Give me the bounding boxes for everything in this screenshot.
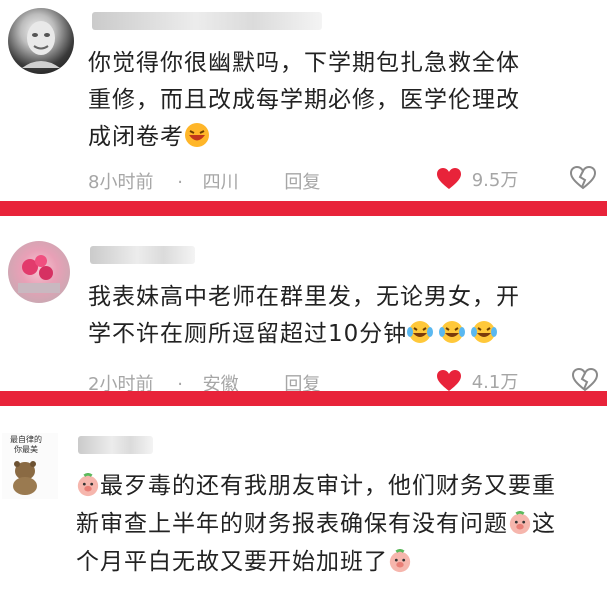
like-group[interactable]: 9.5万	[436, 166, 518, 192]
reply-button[interactable]: 回复	[284, 374, 320, 391]
time-label: 2小时前	[88, 374, 154, 391]
comment-text: 我表妹高中老师在群里发，无论男女，开 学不许在厕所逗留超过10分钟	[88, 284, 520, 347]
comment-2: 我表妹高中老师在群里发，无论男女，开 学不许在厕所逗留超过10分钟 2小时前 ·…	[0, 216, 607, 391]
username-blurred[interactable]	[90, 246, 195, 264]
tears-laugh-emoji-icon	[439, 321, 466, 343]
broken-heart-icon[interactable]	[570, 166, 596, 190]
face-emoji-icon	[185, 123, 209, 147]
location-label: 四川	[202, 172, 239, 193]
username-blurred[interactable]	[92, 12, 322, 30]
tears-laugh-emoji-icon	[471, 321, 498, 343]
pig-face-emoji-icon	[77, 473, 99, 497]
avatar-statue-icon	[22, 21, 60, 68]
comment-1: 你觉得你很幽默吗，下学期包扎急救全体 重修，而且改成每学期必修，医学伦理改 成闭…	[0, 0, 607, 201]
avatar-flower-icon	[18, 255, 60, 293]
heart-filled-icon[interactable]	[436, 369, 462, 391]
dot-separator: ·	[177, 374, 183, 391]
reply-button[interactable]: 回复	[284, 172, 320, 193]
avatar-caption: 最自律的 你最美	[10, 435, 42, 454]
separator-bar	[0, 391, 607, 406]
time-label: 8小时前	[88, 172, 154, 193]
comment-3: 最自律的 你最美 最歹毒的还有我朋友审计，他们财务又要重 新审查上半年的财务报表…	[0, 407, 607, 595]
comment-text: 最歹毒的还有我朋友审计，他们财务又要重 新审查上半年的财务报表确保有没有问题这 …	[76, 473, 556, 575]
like-count: 4.1万	[471, 372, 519, 391]
heart-filled-icon[interactable]	[436, 167, 462, 191]
pig-face-emoji-icon	[389, 549, 411, 573]
comment-meta: 8小时前 · 四川 回复	[88, 168, 320, 194]
tears-laugh-emoji-icon	[407, 321, 434, 343]
avatar-bear-icon	[13, 461, 37, 495]
separator-bar	[0, 201, 607, 216]
like-count: 9.5万	[471, 170, 519, 191]
broken-heart-icon[interactable]	[572, 368, 598, 391]
comment-meta-clip: 2小时前 · 安徽 回复 4.1万	[0, 366, 607, 391]
location-label: 安徽	[202, 374, 239, 391]
avatar[interactable]	[8, 241, 70, 303]
comment-meta: 2小时前 · 安徽 回复	[88, 370, 320, 391]
avatar[interactable]: 最自律的 你最美	[2, 433, 58, 499]
pig-face-emoji-icon	[509, 511, 531, 535]
comment-text: 你觉得你很幽默吗，下学期包扎急救全体 重修，而且改成每学期必修，医学伦理改 成闭…	[88, 50, 520, 150]
avatar[interactable]	[8, 8, 74, 74]
dot-separator: ·	[177, 172, 183, 193]
username-blurred[interactable]	[78, 436, 153, 454]
like-group[interactable]: 4.1万	[436, 368, 518, 391]
